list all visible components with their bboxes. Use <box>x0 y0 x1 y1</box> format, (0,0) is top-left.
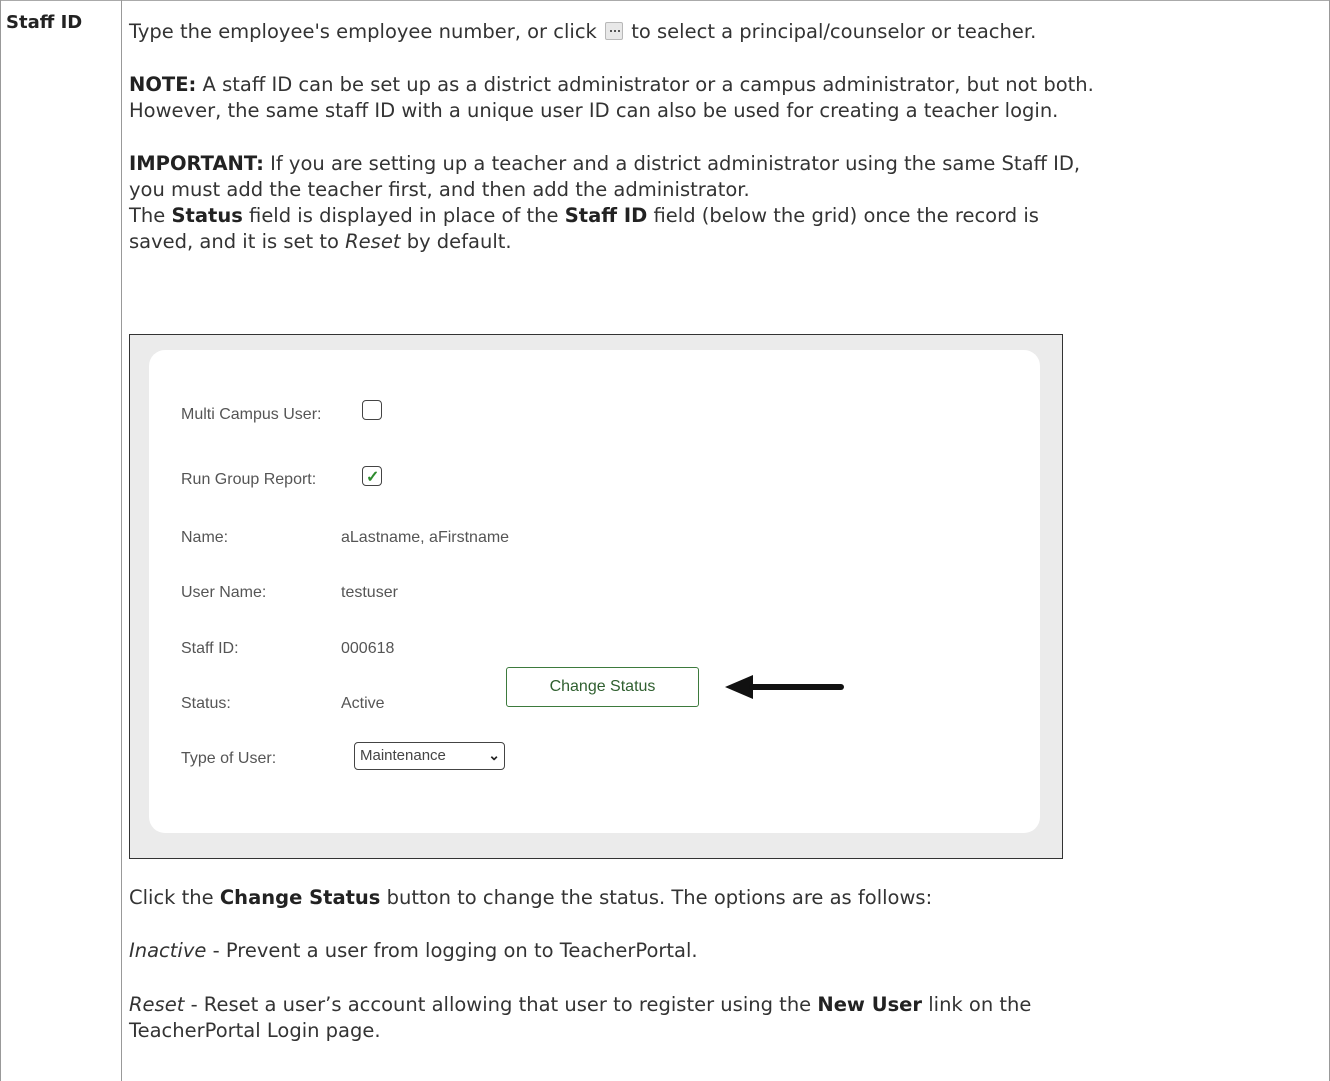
note-label: NOTE: <box>129 73 197 96</box>
username-label: User Name: <box>181 584 267 601</box>
reset-option-line-2: TeacherPortal Login page. <box>129 1019 381 1042</box>
intro-paragraph: Type the employee's employee number, or … <box>129 19 1036 45</box>
important-line-2: you must add the teacher first, and then… <box>129 178 750 201</box>
chevron-down-icon: ⌄ <box>488 747 500 763</box>
term-staff-id: Staff ID <box>6 12 83 33</box>
text: field (below the grid) once the record i… <box>653 204 1039 227</box>
status-value: Active <box>341 695 385 712</box>
text: by default. <box>406 230 512 253</box>
ellipsis-button-icon <box>605 22 624 40</box>
reset-italic: Reset <box>345 230 401 253</box>
text: The <box>129 204 166 227</box>
important-line-1: IMPORTANT: If you are setting up a teach… <box>129 151 1080 177</box>
note-line-1: NOTE: A staff ID can be set up as a dist… <box>129 72 1094 98</box>
username-value: testuser <box>341 584 398 601</box>
left-arrow-icon <box>725 675 844 699</box>
table-top-border <box>0 0 1330 1</box>
multi-campus-label: Multi Campus User: <box>181 406 322 423</box>
status-line: The Status field is displayed in place o… <box>129 203 1039 229</box>
inactive-option: Inactive - Prevent a user from logging o… <box>129 938 698 964</box>
text: button to change the status. The options… <box>386 886 933 909</box>
click-line: Click the Change Status button to change… <box>129 885 932 911</box>
reset-term: Reset <box>129 993 185 1016</box>
screenshot-figure: Multi Campus User: Run Group Report: ✓ N… <box>129 334 1063 859</box>
status-label: Status: <box>181 695 231 712</box>
multi-campus-checkbox[interactable] <box>362 400 382 420</box>
change-status-bold: Change Status <box>219 886 381 909</box>
status-bold: Status <box>171 204 243 227</box>
run-group-label: Run Group Report: <box>181 471 317 488</box>
important-label: IMPORTANT: <box>129 152 264 175</box>
checkmark-icon: ✓ <box>366 469 380 486</box>
run-group-checkbox[interactable]: ✓ <box>362 466 382 486</box>
table-left-border <box>0 0 1 1081</box>
name-value: aLastname, aFirstname <box>341 529 510 546</box>
inactive-term: Inactive <box>129 939 207 962</box>
type-label: Type of User: <box>181 750 277 767</box>
note-line-2: However, the same staff ID with a unique… <box>129 99 1059 122</box>
text: - Prevent a user from logging on to Teac… <box>212 939 698 962</box>
user-form-card: Multi Campus User: Run Group Report: ✓ N… <box>149 350 1040 833</box>
text: field is displayed in place of the <box>249 204 559 227</box>
important-text: If you are setting up a teacher and a di… <box>270 152 1081 175</box>
text: Click the <box>129 886 214 909</box>
change-status-button[interactable]: Change Status <box>506 667 699 707</box>
new-user-bold: New User <box>817 993 923 1016</box>
staffid-bold: Staff ID <box>564 204 648 227</box>
text: saved, and it is set to <box>129 230 339 253</box>
intro-text: Type the employee's employee number, or … <box>129 20 597 43</box>
staffid-label: Staff ID: <box>181 640 239 657</box>
name-label: Name: <box>181 529 229 546</box>
note-text: A staff ID can be set up as a district a… <box>202 73 1094 96</box>
saved-line: saved, and it is set to Reset by default… <box>129 229 512 255</box>
intro-text-end: to select a principal/counselor or teach… <box>631 20 1037 43</box>
text: link on the <box>928 993 1032 1016</box>
type-value: Maintenance <box>360 747 446 764</box>
table-column-divider <box>121 0 122 1081</box>
text: - Reset a user’s account allowing that u… <box>190 993 812 1016</box>
reset-option-line-1: Reset - Reset a user’s account allowing … <box>129 992 1031 1018</box>
type-of-user-select[interactable]: Maintenance ⌄ <box>354 742 505 770</box>
staffid-value: 000618 <box>341 640 395 657</box>
